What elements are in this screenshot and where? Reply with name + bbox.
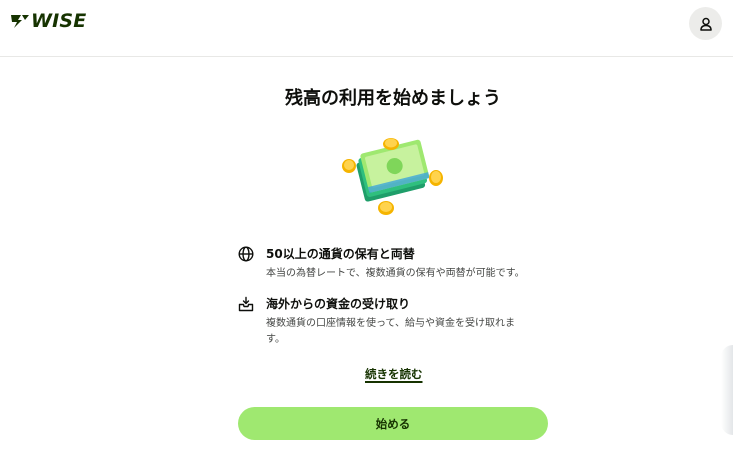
top-header: WISE [0,0,733,57]
person-icon [699,17,712,31]
read-more-link[interactable]: 続きを読む [365,366,423,382]
feature-description: 本当の為替レートで、複数通貨の保有や両替が可能です。 [266,268,525,279]
account-button[interactable] [689,7,722,40]
wise-flag-icon [11,15,29,28]
logo-wordmark: WISE [31,10,87,32]
page-title: 残高の利用を始めましょう [285,88,501,109]
feature-description: 複数通貨の口座情報を使って、給与や資金を受け取れます。 [266,318,515,345]
feature-multi-currency: 50以上の通貨の保有と両替 本当の為替レートで、複数通貨の保有や両替が可能です。 [238,246,538,286]
side-panel-edge [721,345,733,435]
feature-title: 50以上の通貨の保有と両替 [266,247,415,261]
inbox-receive-icon [238,296,254,312]
wise-logo[interactable]: WISE [10,10,87,32]
globe-icon [238,246,254,262]
feature-receive-money: 海外からの資金の受け取り 複数通貨の口座情報を使って、給与や資金を受け取れます。 [238,296,538,348]
feature-title: 海外からの資金の受け取り [266,297,411,311]
start-button[interactable]: 始める [238,407,548,440]
money-illustration [342,138,443,215]
